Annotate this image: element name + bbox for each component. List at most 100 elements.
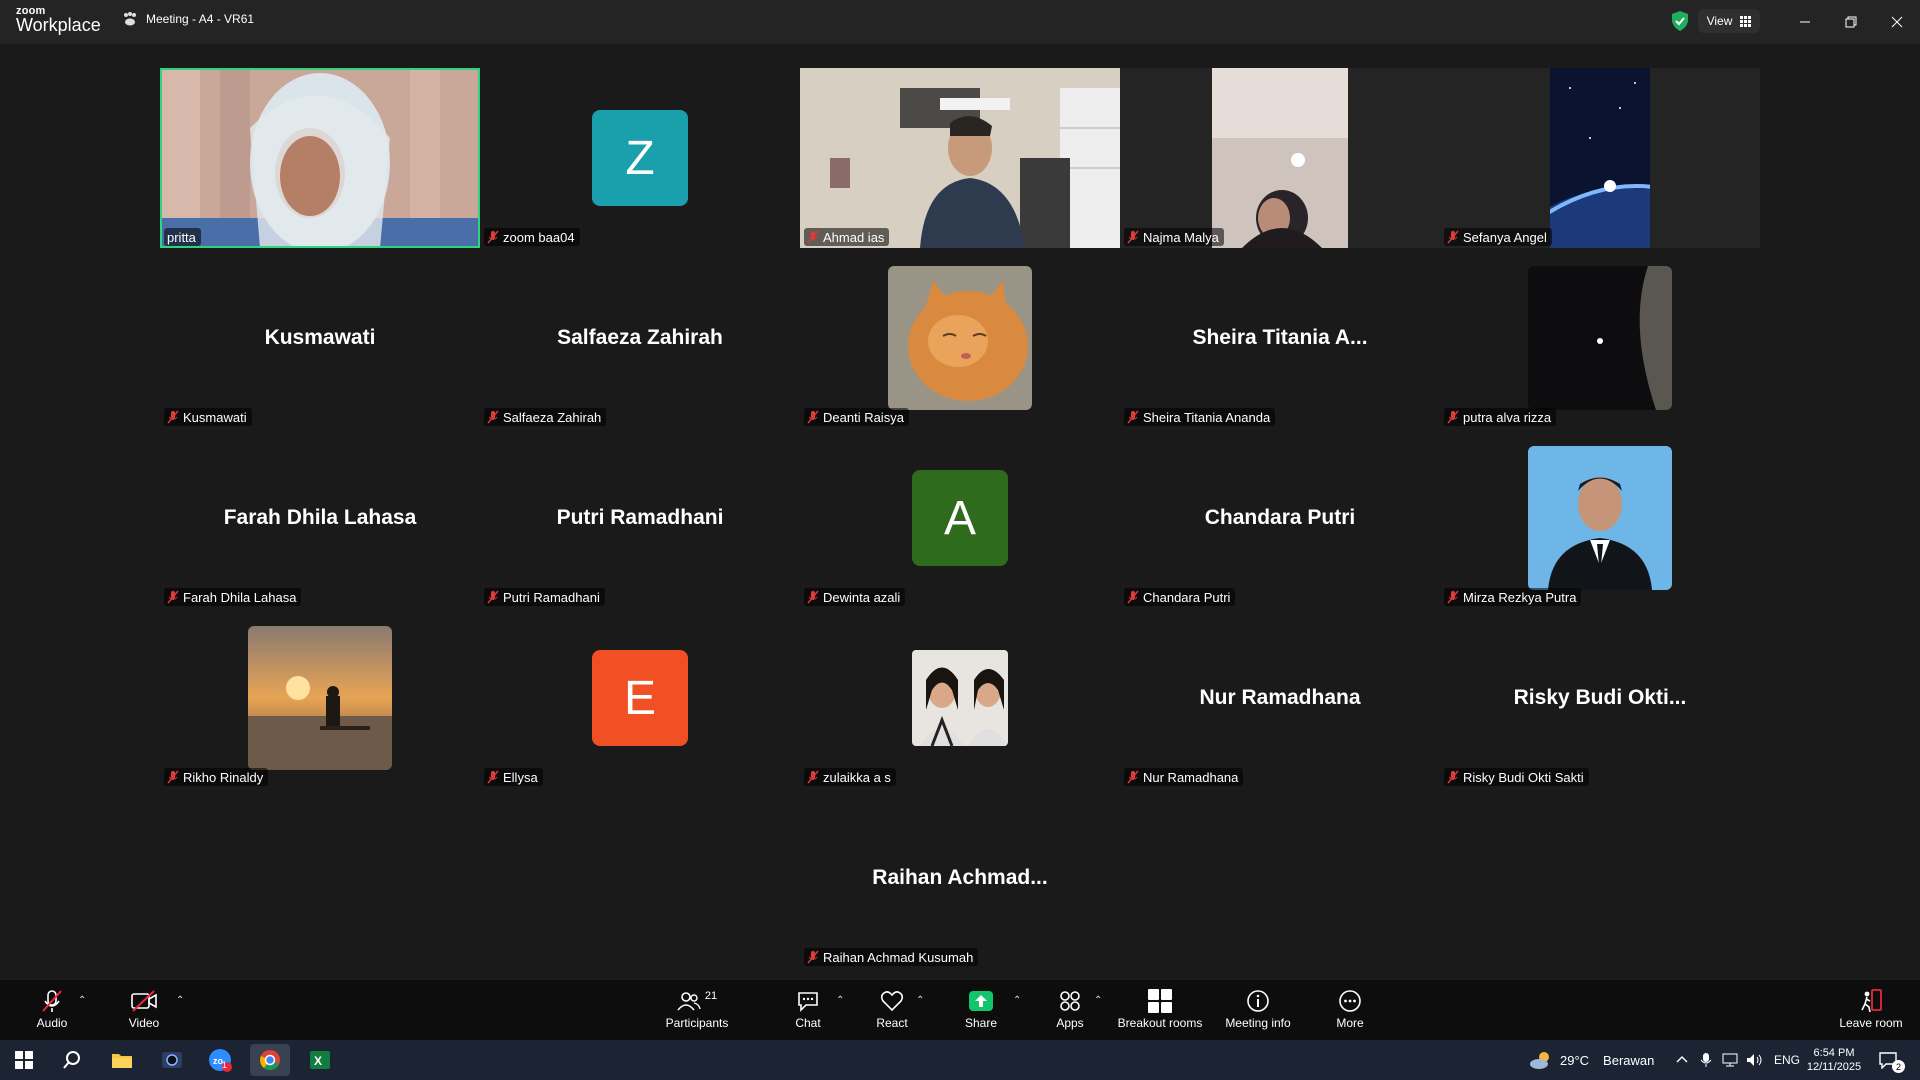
tray-mic-icon[interactable] (1700, 1040, 1712, 1080)
audio-options-caret-icon[interactable]: ⌃ (78, 995, 86, 1006)
share-button[interactable]: Share (960, 988, 1002, 1036)
participant-tile-putri-ramadhani[interactable]: Putri Ramadhani Putri Ramadhani (480, 428, 800, 608)
audio-label: Audio (36, 1016, 68, 1030)
participant-name: zulaikka a s (823, 769, 891, 785)
participant-tile-putra-alva-rizza[interactable]: putra alva rizza (1440, 248, 1760, 428)
svg-text:X: X (314, 1054, 322, 1068)
react-options-caret-icon[interactable]: ⌃ (916, 995, 924, 1006)
chat-options-caret-icon[interactable]: ⌃ (836, 995, 844, 1006)
nameplate: putra alva rizza (1444, 408, 1557, 426)
video-feed-najma (1212, 68, 1348, 248)
notification-badge: 2 (1892, 1060, 1905, 1073)
muted-mic-icon (487, 410, 499, 424)
clock-date: 12/11/2025 (1806, 1061, 1862, 1073)
apps-options-caret-icon[interactable]: ⌃ (1094, 995, 1102, 1006)
more-icon (1339, 990, 1361, 1012)
participant-tile-risky-budi-okti-sakti[interactable]: Risky Budi Okti... Risky Budi Okti Sakti (1440, 608, 1760, 788)
volume-icon[interactable] (1746, 1040, 1764, 1080)
meeting-info-button[interactable]: Meeting info (1222, 988, 1294, 1036)
participant-tile-chandara-putri[interactable]: Chandara Putri Chandara Putri (1120, 428, 1440, 608)
video-button[interactable]: Video (120, 988, 168, 1036)
logo-bottom: Workplace (16, 15, 101, 35)
muted-mic-icon (807, 230, 819, 244)
muted-mic-icon (167, 410, 179, 424)
weather-temp: 29°C (1560, 1052, 1590, 1068)
nameplate: Rikho Rinaldy (164, 768, 269, 786)
apps-button[interactable]: Apps (1050, 988, 1090, 1036)
participant-name: Risky Budi Okti Sakti (1463, 769, 1584, 785)
breakout-rooms-button[interactable]: Breakout rooms (1116, 988, 1204, 1036)
search-icon[interactable] (52, 1044, 92, 1076)
meeting-title[interactable]: Meeting - A4 - VR61 (122, 12, 254, 26)
tray-chevron-icon[interactable] (1676, 1040, 1688, 1080)
windows-start-icon[interactable] (4, 1044, 44, 1076)
video-options-caret-icon[interactable]: ⌃ (176, 995, 184, 1006)
participant-tile-nur-ramadhana[interactable]: Nur Ramadhana Nur Ramadhana (1120, 608, 1440, 788)
participant-tile-deanti-raisya[interactable]: Deanti Raisya (800, 248, 1120, 428)
view-button[interactable]: View (1698, 9, 1760, 33)
restore-icon[interactable] (1839, 10, 1863, 34)
audio-button[interactable]: Audio (28, 988, 76, 1036)
chrome-icon[interactable] (250, 1044, 290, 1076)
participant-tile-sheira-titania-ananda[interactable]: Sheira Titania A... Sheira Titania Anand… (1120, 248, 1440, 428)
muted-mic-icon (1447, 230, 1459, 244)
participant-tile-sefanya-angel[interactable]: Sefanya Angel (1440, 68, 1760, 248)
camera-app-icon[interactable] (152, 1044, 192, 1076)
nameplate: pritta (164, 228, 201, 246)
profile-picture-formal (1528, 446, 1672, 590)
participant-tile-ahmad-ias[interactable]: Ahmad ias (800, 68, 1120, 248)
apps-icon (1060, 991, 1080, 1011)
network-icon[interactable] (1722, 1040, 1738, 1080)
participant-tile-mirza-rezkya-putra[interactable]: Mirza Rezkya Putra (1440, 428, 1760, 608)
nameplate: Mirza Rezkya Putra (1444, 588, 1582, 606)
zoom-app-icon[interactable]: zo 1 (200, 1044, 240, 1076)
react-label: React (876, 1016, 908, 1030)
react-button[interactable]: React (871, 988, 913, 1036)
participant-tile-salfaeza-zahirah[interactable]: Salfaeza Zahirah Salfaeza Zahirah (480, 248, 800, 428)
participant-tile-ellysa[interactable]: E Ellysa (480, 608, 800, 788)
participant-tile-farah-dhila-lahasa[interactable]: Farah Dhila Lahasa Farah Dhila Lahasa (160, 428, 480, 608)
video-off-icon (131, 990, 157, 1012)
share-options-caret-icon[interactable]: ⌃ (1013, 995, 1021, 1006)
participant-tile-zulaikka-a-s[interactable]: zulaikka a s (800, 608, 1120, 788)
nameplate: zoom baa04 (484, 228, 580, 246)
chat-button[interactable]: Chat (788, 988, 828, 1036)
minimize-icon[interactable] (1793, 10, 1817, 34)
participant-tile-raihan-achmad-kusumah[interactable]: Raihan Achmad... Raihan Achmad Kusumah (800, 788, 1120, 968)
weather-desc: Berawan (1603, 1052, 1655, 1068)
notification-center-icon[interactable]: 2 (1878, 1040, 1905, 1080)
leave-room-button[interactable]: Leave room (1836, 988, 1906, 1036)
participant-tile-pritta[interactable]: pritta (160, 68, 480, 248)
chat-label: Chat (795, 1016, 821, 1030)
participant-name: Mirza Rezkya Putra (1463, 589, 1577, 605)
nameplate: Nur Ramadhana (1124, 768, 1244, 786)
excel-icon[interactable]: X (300, 1044, 340, 1076)
encryption-shield-icon[interactable] (1670, 10, 1690, 32)
clock[interactable]: 6:54 PM 12/11/2025 (1806, 1040, 1862, 1080)
participants-icon (677, 992, 701, 1011)
more-button[interactable]: More (1330, 988, 1370, 1036)
muted-mic-icon (1127, 590, 1139, 604)
participant-tile-dewinta-azali[interactable]: A Dewinta azali (800, 428, 1120, 608)
video-feed-ahmad (800, 68, 1120, 248)
leave-room-label: Leave room (1839, 1016, 1903, 1030)
participant-tile-zoom-baa04[interactable]: Z zoom baa04 (480, 68, 800, 248)
participant-tile-kusmawati[interactable]: Kusmawati Kusmawati (160, 248, 480, 428)
weather-widget[interactable]: 29°C Berawan (1528, 1040, 1654, 1080)
file-explorer-icon[interactable] (102, 1044, 142, 1076)
participant-name: putra alva rizza (1463, 409, 1552, 425)
participant-display-name: Raihan Achmad... (872, 866, 1048, 889)
close-icon[interactable] (1885, 10, 1909, 34)
breakout-rooms-label: Breakout rooms (1117, 1016, 1203, 1030)
nameplate: Kusmawati (164, 408, 252, 426)
heart-icon (880, 991, 904, 1012)
participants-button[interactable]: 21 Participants (660, 988, 734, 1036)
participant-name: Salfaeza Zahirah (503, 409, 602, 425)
participant-name: Rikho Rinaldy (183, 769, 264, 785)
share-screen-icon (969, 991, 993, 1011)
video-feed-pritta (160, 68, 480, 248)
language-indicator[interactable]: ENG (1774, 1040, 1800, 1080)
participant-tile-najma-malya[interactable]: Najma Malya (1120, 68, 1440, 248)
participant-tile-rikho-rinaldy[interactable]: Rikho Rinaldy (160, 608, 480, 788)
paw-icon (124, 12, 136, 26)
